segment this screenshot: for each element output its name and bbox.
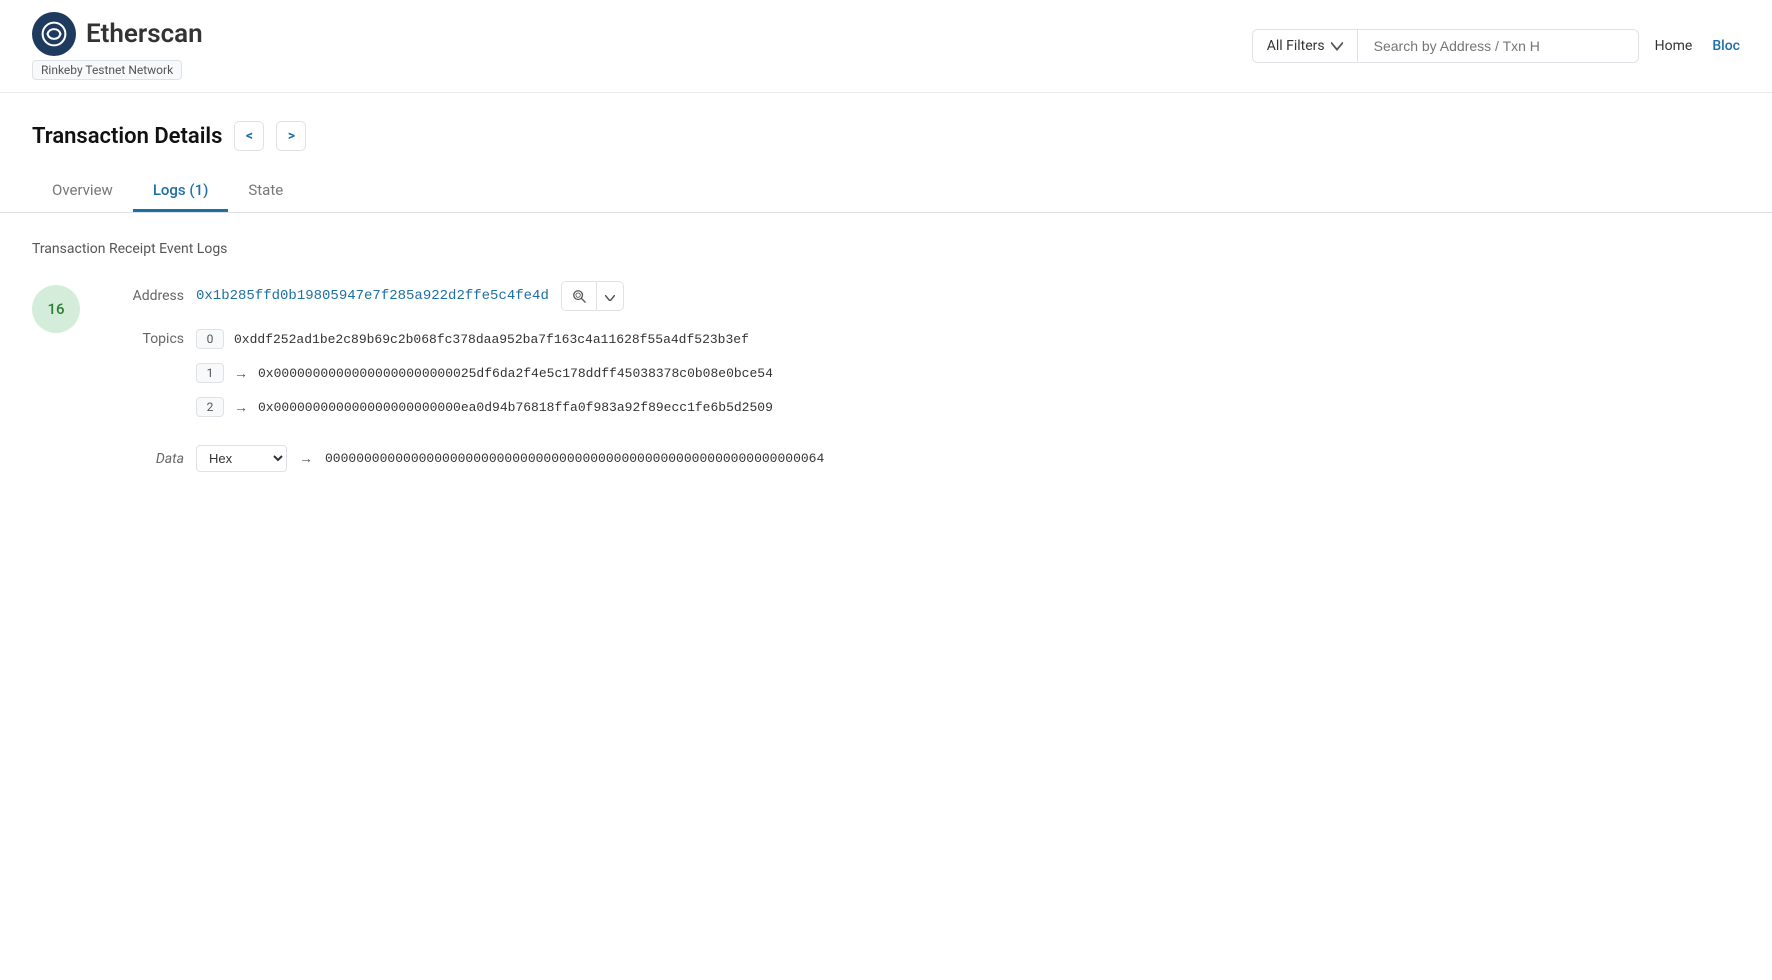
chevron-down-icon — [605, 295, 615, 301]
chevron-down-icon — [1331, 40, 1343, 52]
filter-dropdown[interactable]: All Filters — [1253, 30, 1358, 62]
data-field-label: Data — [104, 451, 184, 467]
content: Transaction Receipt Event Logs 16 Addres… — [0, 213, 1772, 500]
address-search-btn[interactable] — [562, 283, 596, 309]
topic-arrow-1: → — [234, 365, 248, 382]
address-actions — [561, 281, 624, 311]
logo-text: Etherscan — [86, 19, 203, 49]
nav-blockchain[interactable]: Bloc — [1712, 38, 1740, 54]
tabs: Overview Logs (1) State — [32, 171, 1740, 212]
search-icon — [572, 289, 586, 303]
header: Etherscan Rinkeby Testnet Network All Fi… — [0, 0, 1772, 93]
tab-state[interactable]: State — [228, 171, 303, 212]
logo-row: Etherscan — [32, 12, 203, 56]
tab-overview[interactable]: Overview — [32, 171, 133, 212]
address-row: Address 0x1b285ffd0b19805947e7f285a922d2… — [104, 281, 1740, 311]
nav-links: Home Bloc — [1655, 38, 1740, 54]
topic-value-1: 0x00000000000000000000000025df6da2f4e5c1… — [258, 366, 773, 381]
header-right: All Filters Home Bloc — [1252, 29, 1740, 63]
prev-btn[interactable]: < — [234, 121, 264, 151]
next-btn[interactable]: > — [276, 121, 306, 151]
data-format-select[interactable]: Hex Decoded UTF-8 — [196, 445, 287, 472]
page-title: Transaction Details — [32, 124, 222, 149]
topics-list: 0 0xddf252ad1be2c89b69c2b068fc378daa952b… — [196, 329, 1740, 431]
topic-item-1: 1 → 0x00000000000000000000000025df6da2f4… — [196, 363, 1740, 383]
page-title-row: Transaction Details < > — [32, 121, 1740, 151]
data-value: 0000000000000000000000000000000000000000… — [325, 451, 824, 466]
topic-item-2: 2 → 0x000000000000000000000000ea0d94b768… — [196, 397, 1740, 417]
topic-value-0: 0xddf252ad1be2c89b69c2b068fc378daa952ba7… — [234, 332, 749, 347]
search-bar: All Filters — [1252, 29, 1639, 63]
address-field-label: Address — [104, 288, 184, 304]
etherscan-logo-icon — [32, 12, 76, 56]
header-left: Etherscan Rinkeby Testnet Network — [32, 12, 203, 80]
log-entry: 16 Address 0x1b285ffd0b19805947e7f285a92… — [32, 281, 1740, 472]
address-dropdown-btn[interactable] — [597, 283, 623, 310]
page-title-section: Transaction Details < > — [0, 93, 1772, 151]
log-number-badge: 16 — [32, 285, 80, 333]
nav-home[interactable]: Home — [1655, 38, 1693, 54]
network-badge: Rinkeby Testnet Network — [32, 60, 182, 80]
tab-logs[interactable]: Logs (1) — [133, 171, 229, 212]
log-details: Address 0x1b285ffd0b19805947e7f285a922d2… — [104, 281, 1740, 472]
topic-index-2: 2 — [196, 397, 224, 417]
topic-index-1: 1 — [196, 363, 224, 383]
address-link[interactable]: 0x1b285ffd0b19805947e7f285a922d2ffe5c4fe… — [196, 288, 549, 304]
topic-value-2: 0x000000000000000000000000ea0d94b76818ff… — [258, 400, 773, 415]
data-row: Data Hex Decoded UTF-8 → 000000000000000… — [104, 445, 1740, 472]
section-label: Transaction Receipt Event Logs — [32, 241, 1740, 257]
topic-index-0: 0 — [196, 329, 224, 349]
filter-label: All Filters — [1267, 38, 1325, 54]
search-input[interactable] — [1358, 30, 1638, 62]
topics-row: Topics 0 0xddf252ad1be2c89b69c2b068fc378… — [104, 329, 1740, 431]
tabs-container: Overview Logs (1) State — [0, 151, 1772, 213]
topics-field-label: Topics — [104, 329, 184, 347]
topic-arrow-2: → — [234, 399, 248, 416]
logo-svg — [41, 21, 67, 47]
topic-item-0: 0 0xddf252ad1be2c89b69c2b068fc378daa952b… — [196, 329, 1740, 349]
data-arrow: → — [299, 450, 313, 467]
